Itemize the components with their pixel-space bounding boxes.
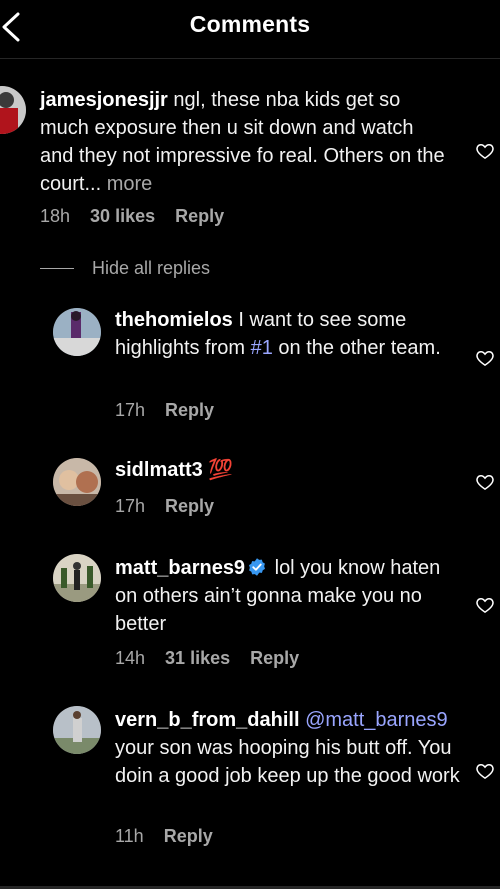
- reply-button[interactable]: Reply: [250, 648, 299, 668]
- reply-button[interactable]: Reply: [164, 826, 213, 846]
- username[interactable]: matt_barnes9: [115, 557, 245, 579]
- comment-meta: 18h 30 likes Reply: [40, 206, 244, 227]
- heart-icon[interactable]: [475, 472, 495, 492]
- heart-icon[interactable]: [475, 761, 495, 781]
- comment-meta: 17h Reply: [115, 496, 234, 517]
- timestamp: 14h: [115, 648, 146, 668]
- more-link[interactable]: more: [101, 173, 153, 195]
- comment-text: thehomielos I want to see some highlight…: [115, 306, 445, 362]
- reply-button[interactable]: Reply: [165, 400, 214, 420]
- likes-count[interactable]: 30 likes: [90, 206, 155, 226]
- comment-text: matt_barnes9 lol you know haten on other…: [115, 554, 445, 638]
- hashtag-link[interactable]: #1: [251, 337, 273, 359]
- username[interactable]: sidlmatt3: [115, 459, 203, 481]
- timestamp: 17h: [115, 496, 146, 516]
- comment-meta: 17h Reply: [115, 400, 234, 421]
- page-title: Comments: [189, 11, 311, 37]
- comment-text: vern_b_from_dahill @matt_barnes9 your so…: [115, 706, 460, 790]
- avatar[interactable]: [53, 308, 101, 356]
- comment-text: sidlmatt3 💯: [115, 456, 445, 484]
- timestamp: 11h: [115, 826, 144, 846]
- avatar[interactable]: [0, 86, 26, 134]
- username[interactable]: jamesjonesjjr: [40, 89, 168, 111]
- comment-body: your son was hooping his butt off. You d…: [115, 737, 460, 787]
- username[interactable]: vern_b_from_dahill: [115, 709, 300, 731]
- heart-icon[interactable]: [475, 595, 495, 615]
- comment-meta: 11h Reply: [115, 826, 233, 847]
- heart-icon[interactable]: [475, 141, 495, 161]
- username[interactable]: thehomielos: [115, 309, 233, 331]
- hide-replies-toggle[interactable]: Hide all replies: [40, 256, 210, 280]
- comment-text: jamesjonesjjr ngl, these nba kids get so…: [40, 86, 450, 198]
- reply-button[interactable]: Reply: [175, 206, 224, 226]
- comment-meta: 14h 31 likes Reply: [115, 648, 319, 669]
- reply-button[interactable]: Reply: [165, 496, 214, 516]
- avatar[interactable]: [53, 554, 101, 602]
- timestamp: 17h: [115, 400, 146, 420]
- verified-badge-icon: [249, 558, 266, 576]
- top-bar: Comments: [0, 0, 500, 59]
- hide-replies-label: Hide all replies: [92, 257, 211, 278]
- likes-count[interactable]: 31 likes: [165, 648, 230, 668]
- comment-body: on the other team.: [272, 337, 441, 359]
- timestamp: 18h: [40, 206, 71, 226]
- heart-icon[interactable]: [475, 348, 495, 368]
- mention-link[interactable]: @matt_barnes9: [300, 709, 448, 731]
- divider: [40, 267, 74, 269]
- avatar[interactable]: [53, 706, 101, 754]
- comment-body: 💯: [202, 459, 234, 481]
- avatar[interactable]: [53, 458, 101, 506]
